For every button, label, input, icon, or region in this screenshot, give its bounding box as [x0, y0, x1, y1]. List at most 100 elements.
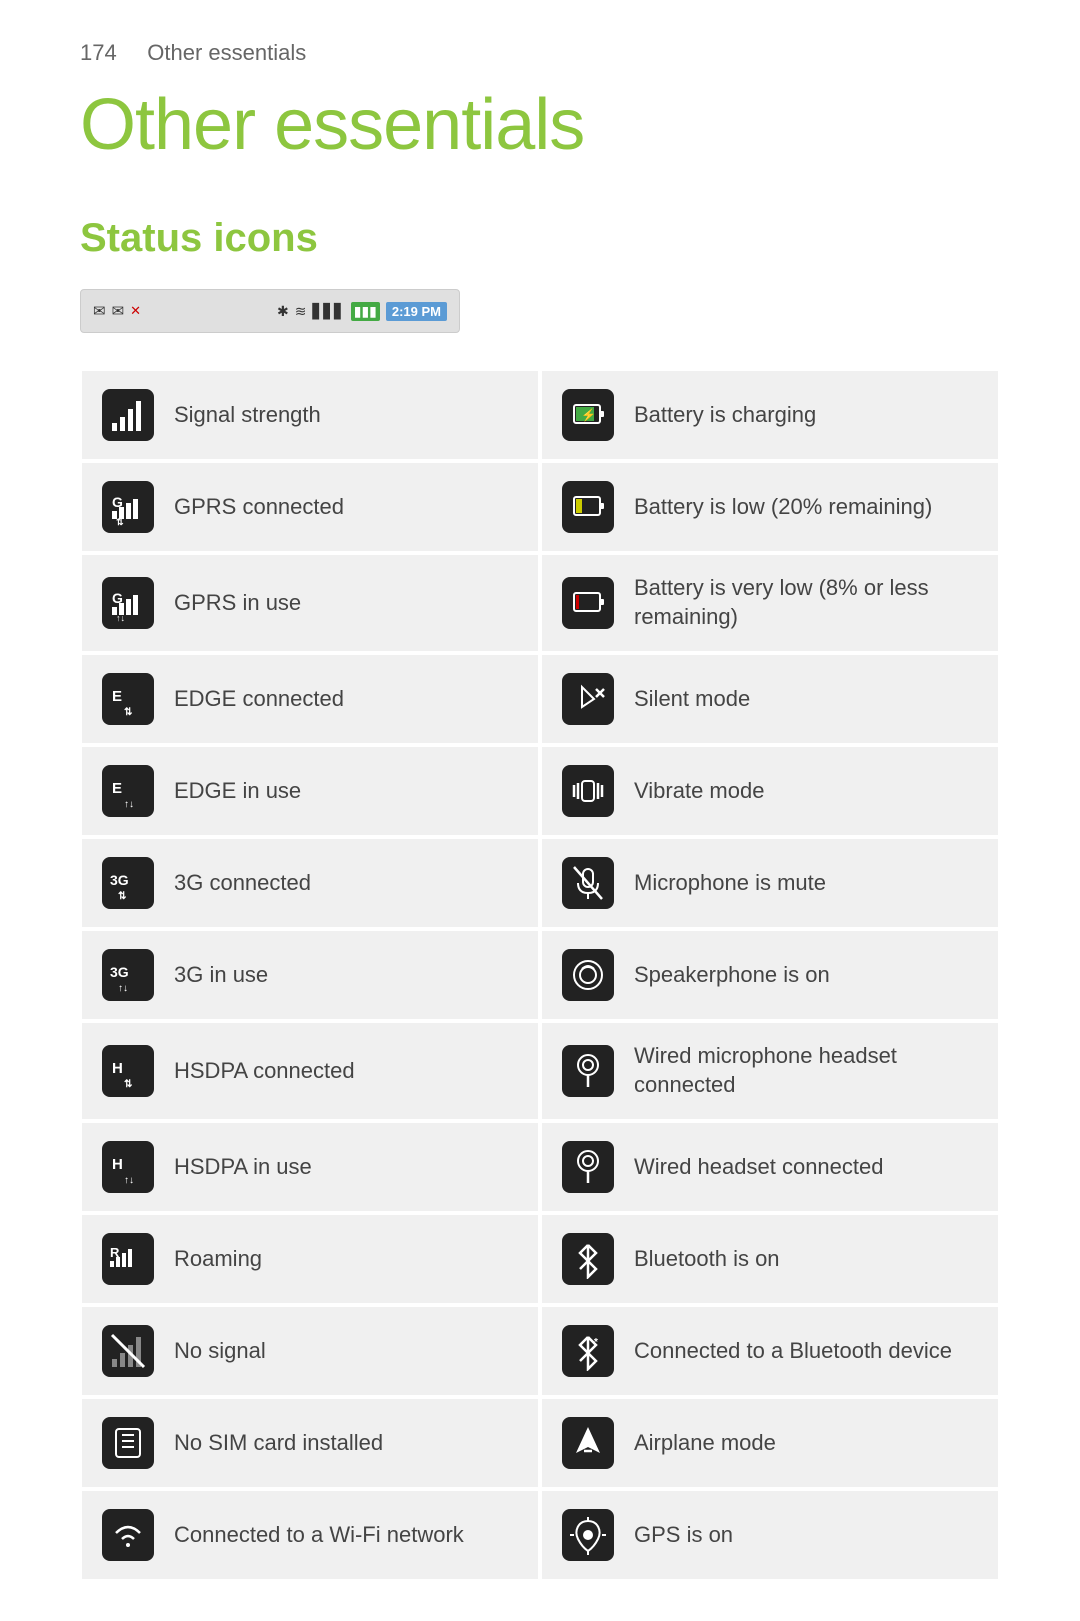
status-bar-time: 2:19 PM — [386, 302, 447, 321]
wired-mic-headset-label: Wired microphone headset connected — [634, 1042, 978, 1099]
mic-mute-label: Microphone is mute — [634, 869, 826, 898]
silent-mode-label: Silent mode — [634, 685, 750, 714]
3g-connected-icon: 3G ⇅ — [102, 857, 154, 909]
icon-row-edge-connected: E ⇅ EDGE connected — [80, 653, 540, 745]
silent-mode-icon — [562, 673, 614, 725]
battery-low-label: Battery is low (20% remaining) — [634, 493, 932, 522]
vibrate-mode-icon — [562, 765, 614, 817]
wired-headset-icon — [562, 1141, 614, 1193]
battery-charging-icon: ⚡ — [562, 389, 614, 441]
svg-text:⇅: ⇅ — [118, 891, 127, 902]
bluetooth-on-label: Bluetooth is on — [634, 1245, 780, 1274]
icon-row-battery-very-low: Battery is very low (8% or less remainin… — [540, 553, 1000, 653]
page-title: Other essentials — [80, 84, 1000, 166]
gprs-connected-icon: G ⇅ — [102, 481, 154, 533]
icon-row-gps-on: GPS is on — [540, 1489, 1000, 1581]
svg-text:⇅: ⇅ — [116, 517, 124, 527]
gprs-in-use-label: GPRS in use — [174, 589, 301, 618]
svg-text:↑↓: ↑↓ — [116, 613, 125, 623]
icon-row-bluetooth-device: * Connected to a Bluetooth device — [540, 1305, 1000, 1397]
roaming-label: Roaming — [174, 1245, 262, 1274]
icon-row-gprs-connected: G ⇅ GPRS connected — [80, 461, 540, 553]
gprs-in-use-icon: G ↑↓ — [102, 577, 154, 629]
icon-row-3g-in-use: 3G ↑↓ 3G in use — [80, 929, 540, 1021]
signal-strength-label: Signal strength — [174, 401, 321, 430]
svg-text:*: * — [594, 1337, 598, 1348]
3g-in-use-label: 3G in use — [174, 961, 268, 990]
svg-text:↑↓: ↑↓ — [124, 799, 134, 810]
speakerphone-icon — [562, 949, 614, 1001]
speakerphone-label: Speakerphone is on — [634, 961, 830, 990]
battery-very-low-label: Battery is very low (8% or less remainin… — [634, 574, 978, 631]
svg-text:H: H — [112, 1060, 123, 1077]
icon-row-hsdpa-connected: H ⇅ HSDPA connected — [80, 1021, 540, 1121]
section-title: Status icons — [80, 216, 1000, 261]
bluetooth-device-icon: * — [562, 1325, 614, 1377]
page-section-label: Other essentials — [147, 40, 306, 65]
3g-in-use-icon: 3G ↑↓ — [102, 949, 154, 1001]
bluetooth-on-icon — [562, 1233, 614, 1285]
icon-row-wired-headset: Wired headset connected — [540, 1121, 1000, 1213]
page-number-line: 174 Other essentials — [80, 40, 1000, 66]
icon-row-bluetooth-on: Bluetooth is on — [540, 1213, 1000, 1305]
no-signal-icon — [102, 1325, 154, 1377]
3g-connected-label: 3G connected — [174, 869, 311, 898]
wired-mic-headset-icon — [562, 1045, 614, 1097]
signal-status-icon: ▋▋▋ — [312, 303, 344, 320]
no-sim-icon — [102, 1417, 154, 1469]
edge-connected-label: EDGE connected — [174, 685, 344, 714]
vibrate-mode-label: Vibrate mode — [634, 777, 764, 806]
icon-row-wifi-connected: Connected to a Wi-Fi network — [80, 1489, 540, 1581]
roaming-icon: R — [102, 1233, 154, 1285]
battery-very-low-icon — [562, 577, 614, 629]
icon-row-battery-charging: ⚡ Battery is charging — [540, 369, 1000, 461]
svg-text:E: E — [112, 688, 122, 705]
gps-on-label: GPS is on — [634, 1521, 733, 1550]
icon-row-no-sim: No SIM card installed — [80, 1397, 540, 1489]
gprs-connected-label: GPRS connected — [174, 493, 344, 522]
svg-text:↑↓: ↑↓ — [118, 983, 128, 994]
icon-row-silent-mode: Silent mode — [540, 653, 1000, 745]
icon-row-vibrate-mode: Vibrate mode — [540, 745, 1000, 837]
svg-text:3G: 3G — [110, 872, 129, 888]
battery-charging-label: Battery is charging — [634, 401, 816, 430]
icon-row-airplane-mode: Airplane mode — [540, 1397, 1000, 1489]
icon-row-hsdpa-in-use: H ↑↓ HSDPA in use — [80, 1121, 540, 1213]
close-icon: ✕ — [130, 303, 141, 319]
wifi-connected-icon — [102, 1509, 154, 1561]
icon-row-no-signal: No signal — [80, 1305, 540, 1397]
svg-text:⇅: ⇅ — [124, 707, 133, 718]
icon-row-gprs-in-use: G ↑↓ GPRS in use — [80, 553, 540, 653]
icon-row-mic-mute: Microphone is mute — [540, 837, 1000, 929]
icon-row-wired-mic-headset: Wired microphone headset connected — [540, 1021, 1000, 1121]
svg-text:3G: 3G — [110, 964, 129, 980]
email-icon: ✉ — [93, 302, 106, 320]
icon-row-3g-connected: 3G ⇅ 3G connected — [80, 837, 540, 929]
wifi-status-icon: ≋ — [295, 303, 307, 320]
hsdpa-in-use-label: HSDPA in use — [174, 1153, 312, 1182]
icons-grid: Signal strength ⚡Battery is chargingG ⇅G… — [80, 369, 1000, 1581]
svg-text:⚡: ⚡ — [581, 408, 596, 422]
email-icon-2: ✉ — [112, 302, 125, 320]
battery-low-icon — [562, 481, 614, 533]
wifi-connected-label: Connected to a Wi-Fi network — [174, 1521, 464, 1550]
gps-on-icon — [562, 1509, 614, 1561]
bluetooth-device-label: Connected to a Bluetooth device — [634, 1337, 952, 1366]
no-sim-label: No SIM card installed — [174, 1429, 383, 1458]
mic-mute-icon — [562, 857, 614, 909]
icon-row-roaming: R Roaming — [80, 1213, 540, 1305]
hsdpa-connected-label: HSDPA connected — [174, 1057, 355, 1086]
svg-text:⇅: ⇅ — [124, 1079, 133, 1090]
svg-text:E: E — [112, 780, 122, 797]
bluetooth-status-icon: ✱ — [277, 303, 289, 320]
edge-in-use-icon: E ↑↓ — [102, 765, 154, 817]
hsdpa-in-use-icon: H ↑↓ — [102, 1141, 154, 1193]
wired-headset-label: Wired headset connected — [634, 1153, 884, 1182]
edge-connected-icon: E ⇅ — [102, 673, 154, 725]
icon-row-battery-low: Battery is low (20% remaining) — [540, 461, 1000, 553]
airplane-mode-label: Airplane mode — [634, 1429, 776, 1458]
hsdpa-connected-icon: H ⇅ — [102, 1045, 154, 1097]
no-signal-label: No signal — [174, 1337, 266, 1366]
icon-row-speakerphone: Speakerphone is on — [540, 929, 1000, 1021]
svg-text:↑↓: ↑↓ — [124, 1175, 134, 1186]
